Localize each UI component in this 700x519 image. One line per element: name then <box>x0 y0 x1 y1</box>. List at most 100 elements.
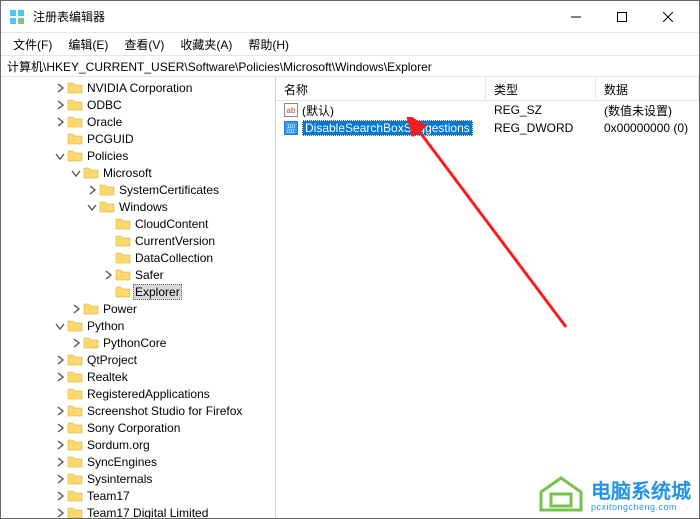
folder-icon <box>115 216 131 232</box>
tree-item-label: Python <box>85 319 126 333</box>
tree-item-label: Policies <box>85 149 130 163</box>
tree-expand-icon[interactable] <box>101 268 115 282</box>
tree-expand-icon[interactable] <box>53 489 67 503</box>
column-name[interactable]: 名称 <box>276 77 486 100</box>
folder-icon <box>67 403 83 419</box>
tree-item[interactable]: ODBC <box>5 96 275 113</box>
tree-item-label: SystemCertificates <box>117 183 221 197</box>
tree-item[interactable]: Explorer <box>5 283 275 300</box>
tree-expand-icon[interactable] <box>53 370 67 384</box>
tree-item[interactable]: DataCollection <box>5 249 275 266</box>
tree-item[interactable]: CloudContent <box>5 215 275 232</box>
tree-expand-icon[interactable] <box>101 234 115 248</box>
tree-item[interactable]: Team17 <box>5 487 275 504</box>
folder-icon <box>99 199 115 215</box>
tree-expand-icon[interactable] <box>53 472 67 486</box>
tree-expand-icon[interactable] <box>53 115 67 129</box>
menu-view[interactable]: 查看(V) <box>116 34 172 55</box>
tree-item[interactable]: PythonCore <box>5 334 275 351</box>
tree-item[interactable]: Python <box>5 317 275 334</box>
tree-expand-icon[interactable] <box>53 149 67 163</box>
tree-item-label: CurrentVersion <box>133 234 217 248</box>
tree-item-label: Windows <box>117 200 170 214</box>
tree-expand-icon[interactable] <box>53 455 67 469</box>
annotation-arrow <box>356 117 576 337</box>
folder-icon <box>67 420 83 436</box>
folder-icon <box>83 165 99 181</box>
tree-item[interactable]: Microsoft <box>5 164 275 181</box>
tree-expand-icon[interactable] <box>53 319 67 333</box>
tree-expand-icon[interactable] <box>53 438 67 452</box>
tree-item[interactable]: SystemCertificates <box>5 181 275 198</box>
menu-file[interactable]: 文件(F) <box>5 34 60 55</box>
folder-icon <box>83 301 99 317</box>
tree-item[interactable]: SyncEngines <box>5 453 275 470</box>
tree-item[interactable]: Safer <box>5 266 275 283</box>
tree-item[interactable]: NVIDIA Corporation <box>5 79 275 96</box>
tree-expand-icon[interactable] <box>101 285 115 299</box>
tree-item[interactable]: Sordum.org <box>5 436 275 453</box>
list-row[interactable]: 110011DisableSearchBoxSuggestionsREG_DWO… <box>276 119 699 137</box>
folder-icon <box>99 182 115 198</box>
tree-item[interactable]: QtProject <box>5 351 275 368</box>
tree-expand-icon[interactable] <box>53 81 67 95</box>
list-body: ab(默认)REG_SZ(数值未设置)110011DisableSearchBo… <box>276 101 699 137</box>
tree-item[interactable]: Power <box>5 300 275 317</box>
title-bar: 注册表编辑器 <box>1 1 699 33</box>
tree-expand-icon[interactable] <box>53 421 67 435</box>
close-button[interactable] <box>645 1 691 33</box>
folder-icon <box>67 488 83 504</box>
folder-icon <box>67 318 83 334</box>
folder-icon <box>115 267 131 283</box>
tree-expand-icon[interactable] <box>101 217 115 231</box>
cell-type: REG_SZ <box>486 103 596 117</box>
menu-edit[interactable]: 编辑(E) <box>60 34 116 55</box>
content-area: NVIDIA CorporationODBC OraclePCGUID Polici… <box>1 77 699 518</box>
tree-item[interactable]: Sony Corporation <box>5 419 275 436</box>
tree-expand-icon[interactable] <box>69 166 83 180</box>
cell-type: REG_DWORD <box>486 121 596 135</box>
tree-expand-icon[interactable] <box>53 404 67 418</box>
menu-favorites[interactable]: 收藏夹(A) <box>172 34 240 55</box>
folder-icon <box>115 284 131 300</box>
tree-item[interactable]: Realtek <box>5 368 275 385</box>
minimize-button[interactable] <box>553 1 599 33</box>
tree-item-label: Team17 Digital Limited <box>85 506 210 519</box>
tree-expand-icon[interactable] <box>53 353 67 367</box>
list-pane[interactable]: 名称 类型 数据 ab(默认)REG_SZ(数值未设置)110011Disabl… <box>276 77 699 518</box>
tree-item[interactable]: Windows <box>5 198 275 215</box>
tree-expand-icon[interactable] <box>53 506 67 519</box>
folder-icon <box>67 114 83 130</box>
tree-item[interactable]: PCGUID <box>5 130 275 147</box>
folder-icon <box>67 131 83 147</box>
tree-item[interactable]: RegisteredApplications <box>5 385 275 402</box>
tree-expand-icon[interactable] <box>69 302 83 316</box>
menu-help[interactable]: 帮助(H) <box>240 34 297 55</box>
tree-item[interactable]: Team17 Digital Limited <box>5 504 275 518</box>
tree-item[interactable]: Policies <box>5 147 275 164</box>
tree-item[interactable]: Oracle <box>5 113 275 130</box>
menu-bar: 文件(F) 编辑(E) 查看(V) 收藏夹(A) 帮助(H) <box>1 33 699 55</box>
address-bar[interactable]: 计算机\HKEY_CURRENT_USER\Software\Policies\… <box>1 55 699 77</box>
tree-expand-icon[interactable] <box>69 336 83 350</box>
svg-text:011: 011 <box>287 129 295 133</box>
tree-item[interactable]: Sysinternals <box>5 470 275 487</box>
tree-expand-icon[interactable] <box>53 132 67 146</box>
list-header: 名称 类型 数据 <box>276 77 699 101</box>
maximize-button[interactable] <box>599 1 645 33</box>
tree-expand-icon[interactable] <box>53 98 67 112</box>
folder-icon <box>67 454 83 470</box>
tree-item[interactable]: Screenshot Studio for Firefox <box>5 402 275 419</box>
column-data[interactable]: 数据 <box>596 77 699 100</box>
tree-item[interactable]: CurrentVersion <box>5 232 275 249</box>
tree-expand-icon[interactable] <box>101 251 115 265</box>
tree-item-label: Safer <box>133 268 166 282</box>
tree-item-label: Oracle <box>85 115 124 129</box>
tree-pane[interactable]: NVIDIA CorporationODBC OraclePCGUID Polici… <box>1 77 276 518</box>
folder-icon <box>115 250 131 266</box>
tree-expand-icon[interactable] <box>53 387 67 401</box>
column-type[interactable]: 类型 <box>486 77 596 100</box>
tree-expand-icon[interactable] <box>85 200 99 214</box>
tree-expand-icon[interactable] <box>85 183 99 197</box>
list-row[interactable]: ab(默认)REG_SZ(数值未设置) <box>276 101 699 119</box>
